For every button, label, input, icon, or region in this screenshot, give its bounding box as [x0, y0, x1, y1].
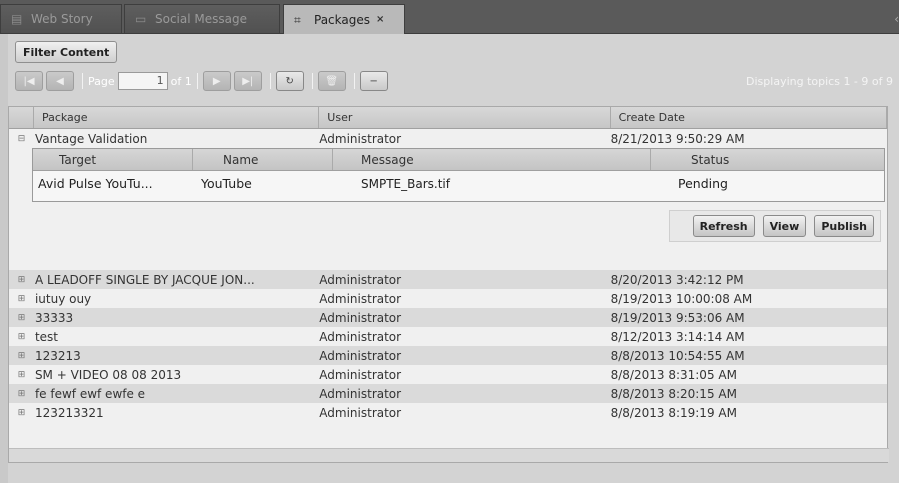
expand-icon[interactable]: ⊞: [9, 332, 34, 342]
package-icon: ⌗: [294, 12, 301, 27]
cell-user: Administrator: [319, 405, 402, 420]
subgrid-row[interactable]: Avid Pulse YouTu... YouTube SMPTE_Bars.t…: [33, 171, 884, 196]
column-name[interactable]: Name: [193, 149, 333, 170]
table-row[interactable]: ⊞ iutuy ouy Administrator 8/19/2013 10:0…: [9, 289, 887, 308]
collapse-all-icon[interactable]: −: [359, 71, 388, 91]
tab-social-message[interactable]: ▭ Social Message: [124, 4, 280, 33]
document-icon: ▤: [11, 12, 23, 26]
detail-actions: Refresh View Publish: [669, 210, 881, 242]
cell-date: 8/8/2013 10:54:55 AM: [610, 348, 745, 363]
cell-user: Administrator: [319, 310, 402, 325]
header-expander: [9, 107, 34, 128]
column-status[interactable]: Status: [651, 149, 884, 170]
page-label: Page: [88, 74, 115, 88]
cell-package: A LEADOFF SINGLE BY JACQUE JON...: [34, 272, 255, 287]
column-message[interactable]: Message: [333, 149, 651, 170]
page-count-label: of 1: [170, 74, 192, 88]
separator: [311, 73, 313, 89]
displaying-count: Displaying topics 1 - 9 of 9: [746, 74, 893, 88]
table-row[interactable]: ⊞ 123213321 Administrator 8/8/2013 8:19:…: [9, 403, 887, 422]
cell-user: Administrator: [319, 272, 402, 287]
cell-package: 33333: [34, 310, 74, 325]
column-create-date[interactable]: Create Date: [611, 107, 887, 128]
refresh-icon[interactable]: ↻: [275, 71, 304, 91]
last-page-icon[interactable]: ▶|: [233, 71, 262, 91]
cell-date: 8/8/2013 8:19:19 AM: [610, 405, 737, 420]
tab-packages[interactable]: ⌗ Packages ×: [283, 4, 405, 34]
chat-icon: ▭: [135, 12, 147, 26]
table-row[interactable]: ⊞ 33333 Administrator 8/19/2013 9:53:06 …: [9, 308, 887, 327]
cell-date: 8/21/2013 9:50:29 AM: [610, 131, 745, 146]
cell-message: SMPTE_Bars.tif: [361, 176, 450, 191]
cell-status: Pending: [678, 176, 728, 191]
tab-label: Packages: [314, 12, 370, 27]
packages-pane: Filter Content |◀ ◀ Page 1 of 1 ▶ ▶| ↻ 🗑…: [8, 34, 899, 483]
expand-icon[interactable]: ⊞: [9, 294, 34, 304]
first-page-icon[interactable]: |◀: [15, 71, 43, 91]
cell-target: Avid Pulse YouTu...: [38, 176, 153, 191]
cell-user: Administrator: [319, 329, 402, 344]
table-row[interactable]: ⊞ SM + VIDEO 08 08 2013 Administrator 8/…: [9, 365, 887, 384]
cell-package: 123213: [34, 348, 81, 363]
cell-user: Administrator: [319, 291, 402, 306]
scroll-left-icon[interactable]: ‹: [894, 12, 899, 26]
close-icon[interactable]: ×: [376, 14, 384, 25]
paging-toolbar: |◀ ◀ Page 1 of 1 ▶ ▶| ↻ 🗑 − Displaying t…: [15, 70, 893, 92]
cell-package: 123213321: [34, 405, 104, 420]
cell-date: 8/12/2013 3:14:14 AM: [610, 329, 745, 344]
cell-date: 8/8/2013 8:20:15 AM: [610, 386, 737, 401]
cell-date: 8/19/2013 10:00:08 AM: [610, 291, 753, 306]
cell-user: Administrator: [319, 386, 402, 401]
cell-name: YouTube: [201, 176, 252, 191]
horizontal-scrollbar[interactable]: [9, 448, 889, 462]
expand-icon[interactable]: ⊞: [9, 313, 34, 323]
separator: [353, 73, 355, 89]
targets-subgrid: Target Name Message Status Avid Pulse Yo…: [32, 148, 885, 202]
cell-package: fe fewf ewf ewfe e: [34, 386, 146, 401]
cell-package: Vantage Validation: [34, 131, 148, 146]
table-row[interactable]: ⊞ 123213 Administrator 8/8/2013 10:54:55…: [9, 346, 887, 365]
expand-icon[interactable]: ⊞: [9, 408, 34, 418]
table-row[interactable]: ⊞ test Administrator 8/12/2013 3:14:14 A…: [9, 327, 887, 346]
tab-label: Social Message: [155, 12, 247, 26]
table-row[interactable]: ⊞ A LEADOFF SINGLE BY JACQUE JON... Admi…: [9, 270, 887, 289]
next-page-icon[interactable]: ▶: [202, 71, 231, 91]
separator: [196, 73, 198, 89]
row-detail-panel: Target Name Message Status Avid Pulse Yo…: [9, 148, 887, 270]
separator: [269, 73, 271, 89]
filter-content-button[interactable]: Filter Content: [15, 41, 118, 63]
table-row-expanded[interactable]: ⊟ Vantage Validation Administrator 8/21/…: [9, 129, 887, 148]
tab-web-story[interactable]: ▤ Web Story: [0, 4, 122, 33]
tab-label: Web Story: [31, 12, 93, 26]
expand-icon[interactable]: ⊞: [9, 370, 34, 380]
column-package[interactable]: Package: [34, 107, 320, 128]
cell-package: SM + VIDEO 08 08 2013: [34, 367, 182, 382]
delete-icon[interactable]: 🗑: [317, 71, 346, 91]
cell-package: test: [34, 329, 58, 344]
expand-icon[interactable]: ⊞: [9, 389, 34, 399]
subgrid-header: Target Name Message Status: [33, 149, 884, 171]
cell-user: Administrator: [319, 367, 402, 382]
expand-icon[interactable]: ⊞: [9, 275, 34, 285]
cell-user: Administrator: [319, 348, 402, 363]
page-number-input[interactable]: 1: [117, 72, 168, 90]
cell-date: 8/20/2013 3:42:12 PM: [610, 272, 744, 287]
cell-user: Administrator: [319, 131, 402, 146]
cell-date: 8/19/2013 9:53:06 AM: [610, 310, 745, 325]
column-user[interactable]: User: [319, 107, 611, 128]
tab-strip: ▤ Web Story ▭ Social Message ⌗ Packages …: [0, 0, 899, 34]
grid-header: Package User Create Date: [9, 107, 887, 129]
collapse-icon[interactable]: ⊟: [9, 134, 34, 144]
separator: [82, 73, 83, 89]
publish-button[interactable]: Publish: [814, 215, 874, 237]
table-row[interactable]: ⊞ fe fewf ewf ewfe e Administrator 8/8/2…: [9, 384, 887, 403]
prev-page-icon[interactable]: ◀: [46, 71, 74, 91]
view-button[interactable]: View: [762, 215, 807, 237]
expand-icon[interactable]: ⊞: [9, 351, 34, 361]
refresh-button[interactable]: Refresh: [692, 215, 755, 237]
cell-date: 8/8/2013 8:31:05 AM: [610, 367, 737, 382]
packages-grid: Package User Create Date ⊟ Vantage Valid…: [8, 106, 889, 463]
cell-package: iutuy ouy: [34, 291, 92, 306]
column-target[interactable]: Target: [33, 149, 193, 170]
